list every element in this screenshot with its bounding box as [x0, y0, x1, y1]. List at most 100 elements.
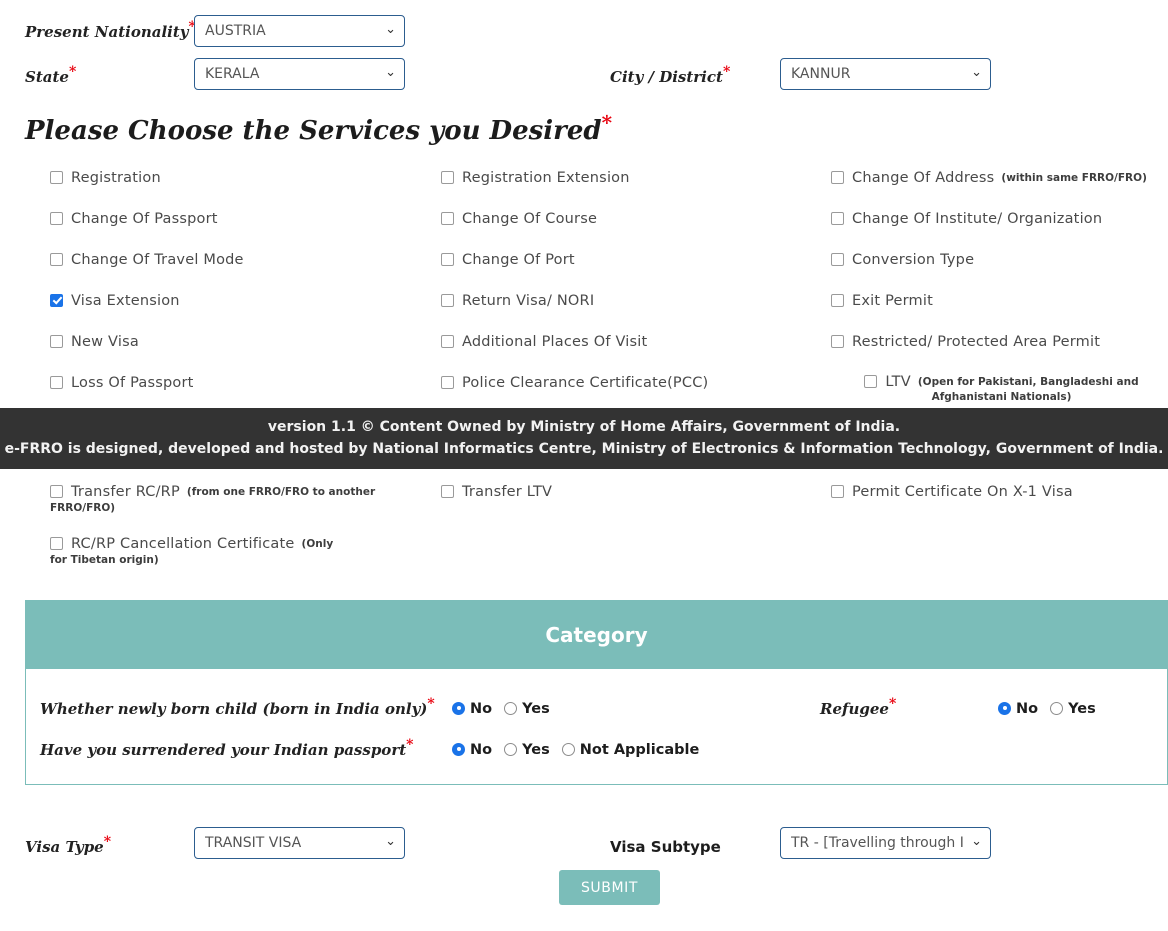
checkbox-input[interactable] [441, 293, 454, 307]
service-label: Permit Certificate On X-1 Visa [852, 484, 1073, 500]
radio-input[interactable] [561, 742, 575, 756]
checkbox-input[interactable] [50, 293, 63, 307]
city-district-select[interactable]: KANNUR [780, 58, 991, 90]
surrendered-passport-option-no[interactable]: No [452, 742, 492, 758]
visa-subtype-select-wrapper[interactable]: TR - [Travelling through In ⌄ [780, 827, 991, 859]
service-checkbox-return-visa-nori[interactable]: Return Visa/ NORI [441, 293, 594, 309]
service-label: Return Visa/ NORI [462, 293, 595, 309]
checkbox-input[interactable] [50, 375, 63, 389]
service-checkbox-change-of-institute-organization[interactable]: Change Of Institute/ Organization [831, 211, 1102, 227]
refugee-option-no[interactable]: No [998, 701, 1038, 717]
checkbox-input[interactable] [441, 484, 454, 498]
service-checkbox-transfer-ltv[interactable]: Transfer LTV [441, 484, 552, 500]
surrendered-passport-radio-group[interactable]: No Yes Not Applicable [452, 742, 711, 758]
required-asterisk: * [68, 64, 77, 80]
footer-band: version 1.1 © Content Owned by Ministry … [0, 408, 1168, 469]
required-asterisk: * [601, 110, 613, 135]
visa-type-select[interactable]: TRANSIT VISA [194, 827, 405, 859]
checkbox-input[interactable] [864, 374, 878, 388]
checkbox-input[interactable] [831, 252, 844, 266]
service-note: (Open for Pakistani, Bangladeshi and Afg… [917, 375, 1139, 404]
radio-input[interactable] [998, 701, 1011, 715]
refugee-label: Refugee* [820, 696, 897, 718]
newborn-child-option-yes[interactable]: Yes [504, 701, 550, 717]
checkbox-input[interactable] [831, 170, 844, 184]
checkbox-input[interactable] [441, 334, 454, 348]
state-select[interactable]: KERALA [194, 58, 405, 90]
service-label: Transfer LTV [462, 484, 553, 500]
radio-input[interactable] [1050, 701, 1064, 715]
newborn-child-option-no[interactable]: No [452, 701, 492, 717]
checkbox-input[interactable] [50, 484, 63, 498]
newborn-child-radio-group[interactable]: No Yes [452, 701, 562, 717]
present-nationality-select-wrapper[interactable]: AUSTRIA ⌄ [194, 15, 405, 47]
checkbox-input[interactable] [441, 375, 454, 389]
service-checkbox-change-of-address[interactable]: Change Of Address (within same FRRO/FRO) [831, 170, 1147, 186]
service-checkbox-permit-certificate-x1-visa[interactable]: Permit Certificate On X-1 Visa [831, 484, 1073, 500]
service-checkbox-police-clearance-certificate[interactable]: Police Clearance Certificate(PCC) [441, 375, 708, 391]
submit-button[interactable]: SUBMIT [559, 870, 660, 905]
city-district-select-wrapper[interactable]: KANNUR ⌄ [780, 58, 991, 90]
checkbox-input[interactable] [441, 252, 454, 266]
radio-input[interactable] [452, 701, 465, 715]
visa-type-label: Visa Type* [25, 834, 112, 856]
state-label: State* [25, 64, 77, 86]
service-label: Visa Extension [71, 293, 180, 309]
radio-label: No [1016, 701, 1039, 717]
refugee-option-yes[interactable]: Yes [1050, 701, 1096, 717]
service-checkbox-exit-permit[interactable]: Exit Permit [831, 293, 933, 309]
service-checkbox-change-of-port[interactable]: Change Of Port [441, 252, 575, 268]
radio-input[interactable] [452, 742, 465, 756]
service-label: Conversion Type [852, 252, 975, 268]
service-checkbox-visa-extension[interactable]: Visa Extension [50, 293, 180, 309]
service-checkbox-change-of-course[interactable]: Change Of Course [441, 211, 597, 227]
surrendered-passport-option-yes[interactable]: Yes [504, 742, 550, 758]
visa-subtype-select[interactable]: TR - [Travelling through In [780, 827, 991, 859]
service-checkbox-additional-places-of-visit[interactable]: Additional Places Of Visit [441, 334, 647, 350]
service-checkbox-conversion-type[interactable]: Conversion Type [831, 252, 974, 268]
service-checkbox-restricted-protected-area-permit[interactable]: Restricted/ Protected Area Permit [831, 334, 1100, 350]
checkbox-input[interactable] [50, 536, 63, 550]
service-checkbox-change-of-passport[interactable]: Change Of Passport [50, 211, 218, 227]
checkbox-input[interactable] [50, 170, 63, 184]
radio-input[interactable] [504, 701, 518, 715]
service-note: (within same FRRO/FRO) [1001, 172, 1147, 184]
visa-subtype-label: Visa Subtype [610, 838, 721, 856]
present-nationality-select[interactable]: AUSTRIA [194, 15, 405, 47]
service-checkbox-loss-of-passport[interactable]: Loss Of Passport [50, 375, 194, 391]
service-label: Restricted/ Protected Area Permit [852, 334, 1101, 350]
service-label: Transfer RC/RP [71, 484, 180, 500]
surrendered-passport-label: Have you surrendered your Indian passpor… [40, 737, 414, 759]
radio-input[interactable] [504, 742, 518, 756]
visa-type-select-wrapper[interactable]: TRANSIT VISA ⌄ [194, 827, 405, 859]
service-label: Change Of Travel Mode [71, 252, 244, 268]
refugee-radio-group[interactable]: No Yes [998, 701, 1108, 717]
service-label: Loss Of Passport [71, 375, 194, 391]
checkbox-input[interactable] [50, 334, 63, 348]
radio-label: Yes [1068, 701, 1096, 717]
service-label: RC/RP Cancellation Certificate [71, 536, 295, 552]
service-label: Change Of Passport [71, 211, 218, 227]
checkbox-input[interactable] [50, 211, 63, 225]
checkbox-input[interactable] [441, 170, 454, 184]
checkbox-input[interactable] [831, 484, 844, 498]
service-checkbox-ltv[interactable]: LTV (Open for Pakistani, Bangladeshi and… [839, 374, 1164, 405]
checkbox-input[interactable] [831, 211, 844, 225]
service-checkbox-transfer-rc-rp[interactable]: Transfer RC/RP (from one FRRO/FRO to ano… [50, 484, 380, 516]
radio-label: Yes [522, 701, 550, 717]
service-checkbox-new-visa[interactable]: New Visa [50, 334, 139, 350]
checkbox-input[interactable] [50, 252, 63, 266]
service-label: New Visa [71, 334, 139, 350]
required-asterisk: * [103, 834, 112, 850]
service-label: Police Clearance Certificate(PCC) [462, 375, 709, 391]
required-asterisk: * [888, 696, 897, 712]
checkbox-input[interactable] [441, 211, 454, 225]
surrendered-passport-option-not-applicable[interactable]: Not Applicable [561, 742, 699, 758]
checkbox-input[interactable] [831, 293, 844, 307]
service-checkbox-registration[interactable]: Registration [50, 170, 161, 186]
state-select-wrapper[interactable]: KERALA ⌄ [194, 58, 405, 90]
service-checkbox-change-of-travel-mode[interactable]: Change Of Travel Mode [50, 252, 244, 268]
service-checkbox-rc-rp-cancellation-certificate[interactable]: RC/RP Cancellation Certificate (Only for… [50, 536, 350, 568]
checkbox-input[interactable] [831, 334, 844, 348]
service-checkbox-registration-extension[interactable]: Registration Extension [441, 170, 630, 186]
